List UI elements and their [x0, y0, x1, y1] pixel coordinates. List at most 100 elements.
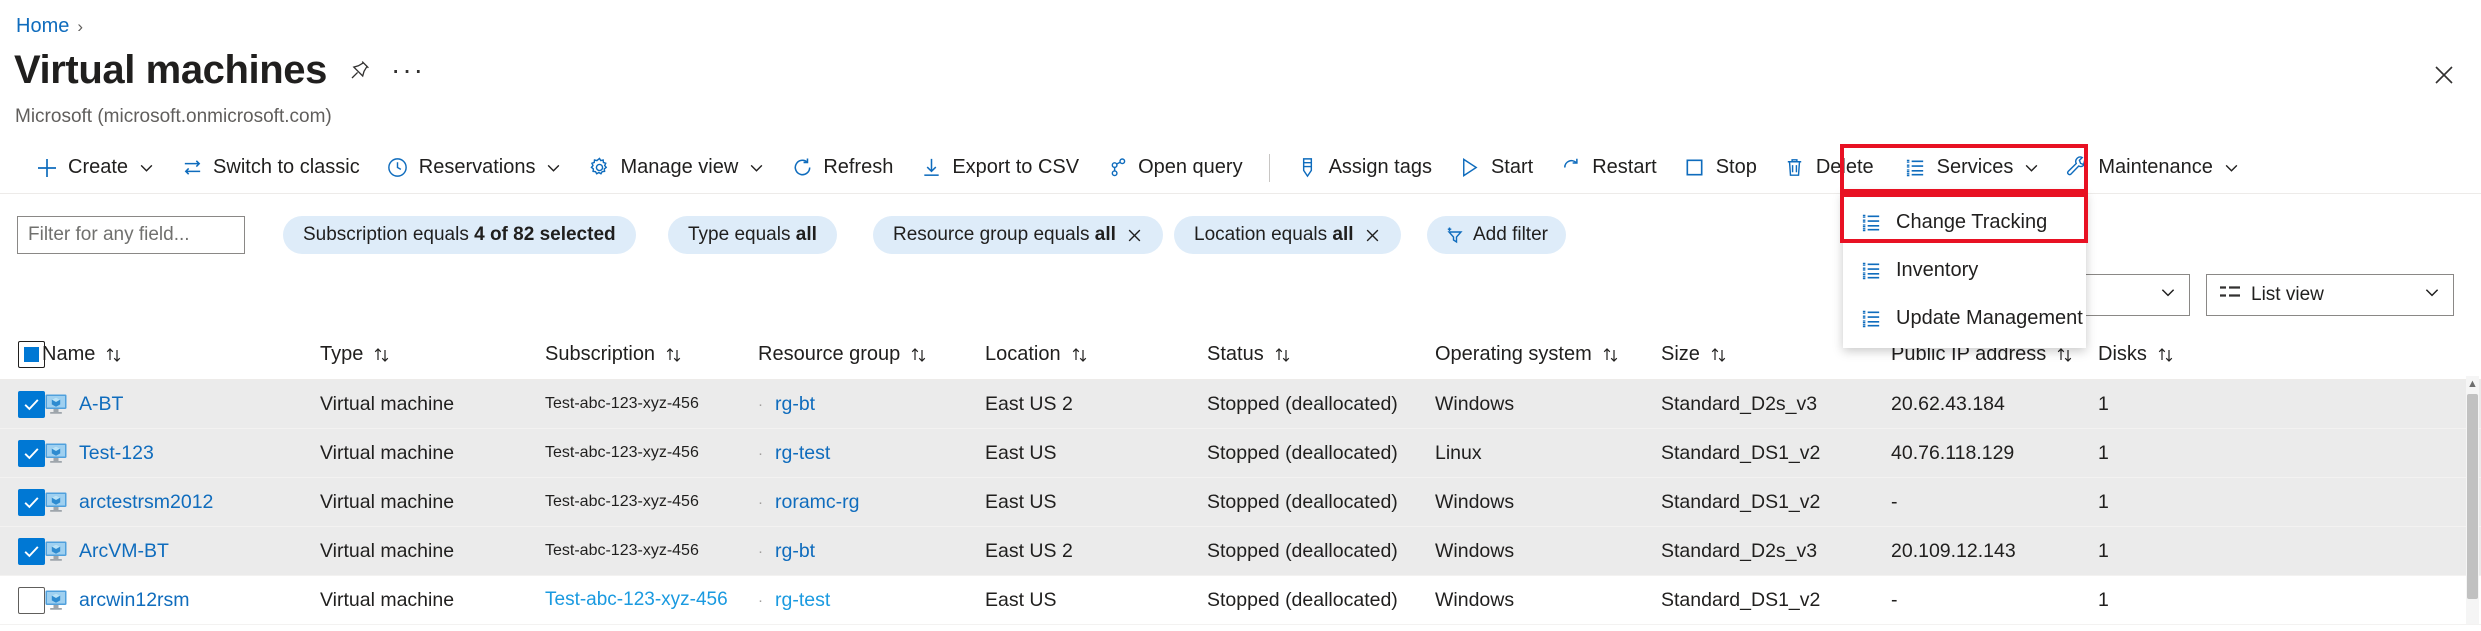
remove-filter-icon[interactable] — [1126, 227, 1143, 244]
column-label: Subscription — [545, 343, 656, 365]
start-button[interactable]: Start — [1445, 148, 1546, 188]
filter-pill-subscription[interactable]: Subscription equals 4 of 82 selected — [283, 216, 636, 254]
row-checkbox[interactable] — [18, 439, 45, 467]
close-icon[interactable] — [2427, 58, 2461, 92]
remove-filter-icon[interactable] — [1364, 227, 1381, 244]
cell-public-ip-address: 20.109.12.143 — [1891, 540, 2098, 563]
vertical-scrollbar-thumb[interactable] — [2467, 394, 2478, 599]
list-view-select[interactable]: List view — [2206, 274, 2454, 316]
column-header-location[interactable]: Location — [985, 343, 1207, 366]
chevron-down-icon — [139, 160, 154, 175]
filter-pill-type[interactable]: Type equals all — [668, 216, 837, 254]
cell-text: 1 — [2098, 588, 2109, 611]
table-row[interactable]: arcwin12rsm Virtual machine Test-abc-123-x… — [0, 576, 2481, 625]
menu-item-change-tracking[interactable]: Change Tracking — [1843, 198, 2086, 246]
column-header-resource-group[interactable]: Resource group — [758, 343, 985, 366]
row-checkbox[interactable] — [18, 586, 45, 614]
cell-subscription[interactable]: Test-abc-123-xyz-456 — [545, 589, 758, 611]
add-filter-button[interactable]: Add filter — [1427, 216, 1566, 254]
subscription-link[interactable]: Test-abc-123-xyz-456 — [545, 589, 728, 611]
cell-disks: 1 — [2098, 589, 2218, 612]
breadcrumb-home-link[interactable]: Home — [16, 15, 69, 38]
table-row[interactable]: ArcVM-BT Virtual machine Test-abc-123-xyz-… — [0, 527, 2481, 576]
services-button[interactable]: Services — [1891, 148, 2053, 188]
vm-name-link[interactable]: ArcVM-BT — [79, 540, 169, 563]
cell-text: Virtual machine — [320, 539, 455, 562]
create-button[interactable]: Create — [22, 148, 167, 188]
pin-icon[interactable] — [345, 55, 375, 85]
cell-text: Stopped (deallocated) — [1207, 588, 1398, 611]
cell-resource-group[interactable]: · rg-test — [758, 442, 985, 465]
cell-subscription[interactable]: Test-abc-123-xyz-456 — [545, 493, 758, 511]
menu-item-update-management[interactable]: Update Management — [1843, 294, 2086, 342]
filter-pill-location[interactable]: Location equals all — [1174, 216, 1401, 254]
switch-to-classic-button[interactable]: Switch to classic — [167, 148, 373, 188]
maintenance-button[interactable]: Maintenance — [2052, 148, 2252, 188]
add-filter-icon — [1445, 225, 1465, 245]
resource-group-link[interactable]: rg-test — [775, 589, 830, 612]
cell-subscription[interactable]: Test-abc-123-xyz-456 — [545, 542, 758, 560]
column-header-status[interactable]: Status — [1207, 343, 1435, 366]
row-checkbox[interactable] — [18, 537, 45, 565]
restart-button[interactable]: Restart — [1546, 148, 1669, 188]
resource-group-link[interactable]: rg-bt — [775, 540, 815, 563]
reservations-button[interactable]: Reservations — [373, 148, 575, 188]
table-row[interactable]: A-BT Virtual machine Test-abc-123-xyz-456 ·… — [0, 380, 2481, 429]
cell-resource-group[interactable]: · rg-test — [758, 589, 985, 612]
cell-text: - — [1891, 490, 1898, 513]
filter-pill-resource-group[interactable]: Resource group equals all — [873, 216, 1163, 254]
refresh-button[interactable]: Refresh — [777, 148, 906, 188]
scroll-up-arrow-icon[interactable]: ▲ — [2467, 378, 2478, 390]
menu-item-inventory[interactable]: Inventory — [1843, 246, 2086, 294]
more-options-icon[interactable]: ··· — [391, 55, 423, 85]
cell-subscription[interactable]: Test-abc-123-xyz-456 — [545, 444, 758, 462]
stop-button[interactable]: Stop — [1670, 148, 1770, 188]
cell-size: Standard_DS1_v2 — [1661, 589, 1891, 612]
cell-resource-group[interactable]: · rg-bt — [758, 540, 985, 563]
toolbar-divider — [1268, 153, 1270, 182]
manage-view-button[interactable]: Manage view — [574, 148, 777, 188]
subscription-link[interactable]: Test-abc-123-xyz-456 — [545, 493, 699, 511]
vm-name-link[interactable]: Test-123 — [79, 442, 154, 465]
resource-group-link[interactable]: rg-test — [775, 442, 830, 465]
virtual-machine-icon — [42, 391, 69, 418]
vm-name-link[interactable]: arcwin12rsm — [79, 589, 190, 612]
select-all-checkbox[interactable] — [18, 341, 45, 368]
reservations-label: Reservations — [418, 156, 536, 178]
cell-resource-group[interactable]: · roramc-rg — [758, 491, 985, 514]
resource-group-link[interactable]: roramc-rg — [775, 491, 860, 514]
cell-resource-group[interactable]: · rg-bt — [758, 393, 985, 416]
cell-name: ArcVM-BT — [42, 538, 320, 565]
services-dropdown-menu: Change Tracking Inventory Update Managem… — [1843, 192, 2086, 348]
table-row[interactable]: arctestrsm2012 Virtual machine Test-abc-12… — [0, 478, 2481, 527]
column-label: Location — [985, 343, 1061, 365]
column-header-disks[interactable]: Disks — [2098, 343, 2218, 366]
cell-status: Stopped (deallocated) — [1207, 442, 1435, 465]
subscription-link[interactable]: Test-abc-123-xyz-456 — [545, 542, 699, 560]
cell-text: East US — [985, 441, 1057, 464]
column-header-type[interactable]: Type — [320, 343, 545, 366]
vm-name-link[interactable]: arctestrsm2012 — [79, 491, 213, 514]
table-row[interactable]: Test-123 Virtual machine Test-abc-123-xyz-… — [0, 429, 2481, 478]
row-checkbox[interactable] — [18, 390, 45, 418]
vm-name-link[interactable]: A-BT — [79, 393, 123, 416]
delete-button[interactable]: Delete — [1770, 148, 1887, 188]
assign-tags-label: Assign tags — [1328, 156, 1432, 178]
resource-group-link[interactable]: rg-bt — [775, 393, 815, 416]
column-header-name[interactable]: Name — [42, 343, 320, 366]
row-leader-dot: · — [758, 444, 763, 462]
cell-operating-system: Windows — [1435, 491, 1661, 514]
column-header-subscription[interactable]: Subscription — [545, 343, 758, 366]
open-query-button[interactable]: Open query — [1092, 148, 1256, 188]
subscription-link[interactable]: Test-abc-123-xyz-456 — [545, 444, 699, 462]
column-header-operating-system[interactable]: Operating system — [1435, 343, 1661, 366]
cell-subscription[interactable]: Test-abc-123-xyz-456 — [545, 395, 758, 413]
column-label: Status — [1207, 343, 1264, 365]
subscription-link[interactable]: Test-abc-123-xyz-456 — [545, 395, 699, 413]
row-checkbox[interactable] — [18, 488, 45, 516]
column-label: Name — [42, 343, 96, 365]
assign-tags-button[interactable]: Assign tags — [1283, 148, 1445, 188]
search-input[interactable] — [17, 216, 245, 254]
export-to-csv-button[interactable]: Export to CSV — [906, 148, 1092, 188]
cell-type: Virtual machine — [320, 442, 545, 465]
